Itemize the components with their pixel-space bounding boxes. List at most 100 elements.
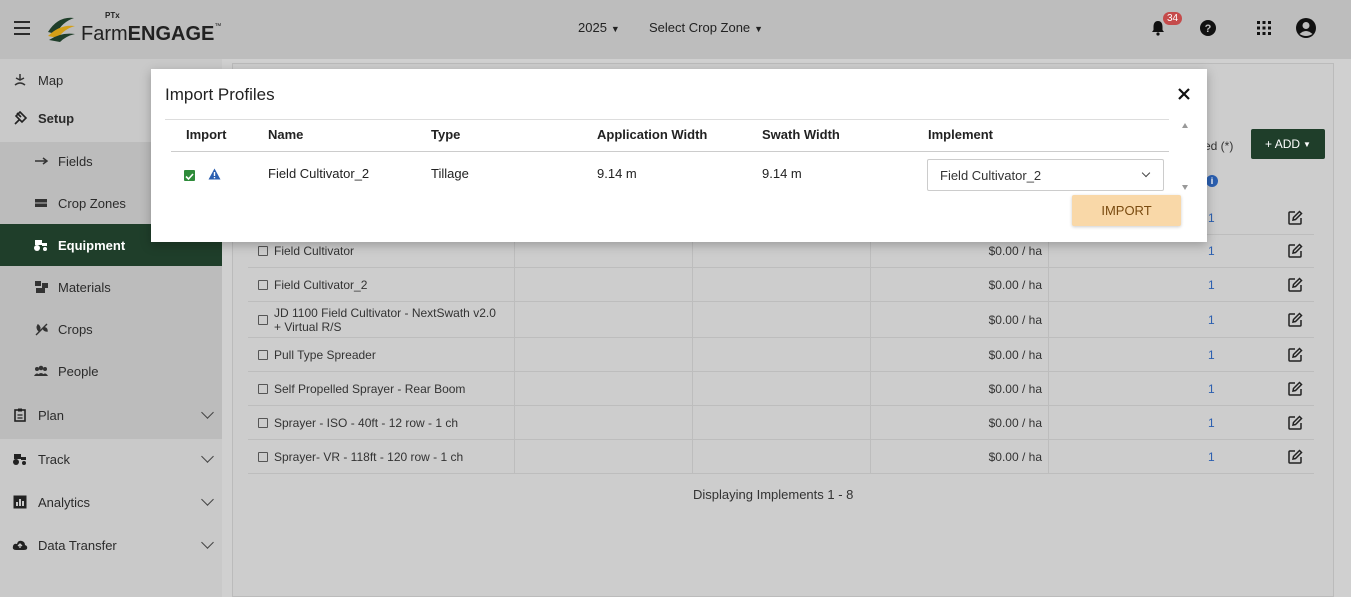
table-row[interactable]: JD 1100 Field Cultivator - NextSwath v2.…	[248, 302, 1314, 338]
cost-value: $0.00 / ha	[988, 415, 1042, 430]
implement-name-cell[interactable]: JD 1100 Field Cultivator - NextSwath v2.…	[248, 302, 515, 337]
user-icon[interactable]	[1294, 16, 1318, 40]
profile-name: Field Cultivator_2	[268, 166, 370, 181]
table-row[interactable]: Sprayer- VR - 118ft - 120 row - 1 ch $0.0…	[248, 440, 1314, 474]
cost-value: $0.00 / ha	[988, 277, 1042, 292]
sidebar-item-track[interactable]: Track	[0, 438, 222, 480]
sidebar-item-plan[interactable]: Plan	[0, 394, 222, 436]
usage-count[interactable]: 1	[1208, 268, 1228, 301]
row-checkbox[interactable]	[258, 279, 268, 290]
year-selector[interactable]: 2025 ▼	[578, 20, 620, 35]
row-checkbox[interactable]	[258, 349, 268, 360]
add-button-label: + ADD	[1265, 137, 1301, 151]
usage-count[interactable]: 1	[1208, 440, 1228, 473]
edit-icon[interactable]	[1283, 406, 1307, 439]
analytics-icon	[12, 494, 28, 510]
cost-cell: $0.00 / ha	[871, 440, 1049, 473]
usage-count[interactable]: 1	[1208, 406, 1228, 439]
table-row[interactable]: Field Cultivator_2 $0.00 / ha 1	[248, 268, 1314, 302]
row-checkbox[interactable]	[258, 451, 268, 462]
help-icon[interactable]: ?	[1196, 16, 1220, 40]
logo-farm: Farm	[81, 22, 128, 45]
row-checkbox[interactable]	[258, 417, 268, 428]
swath-width-value: 9.14 m	[762, 166, 802, 181]
people-icon	[33, 363, 49, 379]
cost-value: $0.00 / ha	[988, 381, 1042, 396]
crop-zones-icon	[33, 195, 49, 211]
scroll-up-icon[interactable]	[1182, 123, 1188, 128]
required-note: ed (*)	[1204, 139, 1234, 153]
usage-count-value: 1	[1208, 277, 1215, 292]
edit-icon[interactable]	[1283, 338, 1307, 371]
import-checkbox[interactable]	[184, 170, 195, 181]
clipboard-icon	[12, 407, 28, 423]
usage-count[interactable]: 1	[1208, 302, 1228, 337]
implement-name-cell[interactable]: Field Cultivator_2	[248, 268, 515, 301]
sidebar-item-label: People	[58, 363, 99, 379]
dialog-scrollbar[interactable]	[1179, 119, 1191, 193]
usage-count[interactable]: 1	[1208, 235, 1228, 267]
edit-icon[interactable]	[1283, 372, 1307, 405]
menu-icon[interactable]	[14, 21, 30, 35]
add-button[interactable]: + ADD ▼	[1251, 129, 1325, 159]
usage-count[interactable]: 1	[1208, 338, 1228, 371]
table-cell	[693, 406, 871, 439]
implement-name: Self Propelled Sprayer - Rear Boom	[274, 381, 466, 396]
column-header-type: Type	[431, 127, 461, 142]
sidebar-item-people[interactable]: People	[0, 350, 222, 392]
row-checkbox[interactable]	[258, 383, 268, 394]
edit-icon[interactable]	[1283, 201, 1307, 234]
crop-zone-selector[interactable]: Select Crop Zone ▼	[649, 20, 763, 35]
profile-type: Tillage	[431, 166, 469, 181]
implement-name-cell[interactable]: Pull Type Spreader	[248, 338, 515, 371]
table-row[interactable]: Self Propelled Sprayer - Rear Boom $0.00 …	[248, 372, 1314, 406]
table-cell	[693, 440, 871, 473]
logo-wordmark: PTx FarmENGAGE™	[81, 10, 222, 46]
implement-name: Field Cultivator_2	[274, 277, 368, 292]
scroll-down-icon[interactable]	[1182, 185, 1188, 190]
info-icon[interactable]: i	[1206, 175, 1218, 187]
implement-name-cell[interactable]: Sprayer- VR - 118ft - 120 row - 1 ch	[248, 440, 515, 473]
setup-icon	[12, 110, 28, 126]
cost-value: $0.00 / ha	[988, 312, 1042, 327]
edit-icon[interactable]	[1283, 440, 1307, 473]
table-row[interactable]: Pull Type Spreader $0.00 / ha 1	[248, 338, 1314, 372]
import-button[interactable]: IMPORT	[1072, 195, 1181, 226]
apps-grid-icon[interactable]	[1252, 16, 1276, 40]
tractor-icon	[33, 237, 49, 253]
table-cell	[693, 372, 871, 405]
implement-name-cell[interactable]: Sprayer - ISO - 40ft - 12 row - 1 ch	[248, 406, 515, 439]
sidebar-item-crops[interactable]: Crops	[0, 308, 222, 350]
column-header-swath-width: Swath Width	[762, 127, 840, 142]
logo-tm: ™	[214, 22, 222, 30]
usage-count[interactable]: 1	[1208, 372, 1228, 405]
app-logo[interactable]: PTx FarmENGAGE™	[44, 10, 222, 46]
usage-count-value: 1	[1208, 381, 1215, 396]
usage-count-value: 1	[1208, 347, 1215, 362]
table-row[interactable]: Sprayer - ISO - 40ft - 12 row - 1 ch $0.0…	[248, 406, 1314, 440]
usage-count[interactable]: 1	[1208, 201, 1228, 234]
implement-name: Field Cultivator	[274, 244, 355, 258]
cost-value: $0.00 / ha	[988, 244, 1042, 258]
implement-name-cell[interactable]: Self Propelled Sprayer - Rear Boom	[248, 372, 515, 405]
implement-select[interactable]: Field Cultivator_2	[927, 159, 1164, 191]
edit-icon[interactable]	[1283, 268, 1307, 301]
row-checkbox[interactable]	[258, 246, 268, 256]
sidebar-item-analytics[interactable]: Analytics	[0, 481, 222, 523]
sidebar-item-label: Track	[38, 451, 71, 467]
sidebar-item-label: Equipment	[58, 237, 126, 253]
column-header-implement: Implement	[928, 127, 994, 142]
sidebar-item-data-transfer[interactable]: Data Transfer	[0, 524, 222, 566]
logo-prefix: PTx	[105, 10, 120, 20]
row-checkbox[interactable]	[258, 314, 268, 325]
edit-icon[interactable]	[1283, 235, 1307, 267]
usage-count-value: 1	[1208, 415, 1215, 430]
fields-icon	[33, 153, 49, 169]
close-icon[interactable]	[1173, 83, 1195, 105]
sidebar-item-materials[interactable]: Materials	[0, 266, 222, 308]
cost-value: $0.00 / ha	[988, 347, 1042, 362]
crop-zone-value: Select Crop Zone	[649, 20, 751, 35]
edit-icon[interactable]	[1283, 302, 1307, 337]
cost-cell: $0.00 / ha	[871, 268, 1049, 301]
cloud-upload-icon	[12, 537, 28, 553]
